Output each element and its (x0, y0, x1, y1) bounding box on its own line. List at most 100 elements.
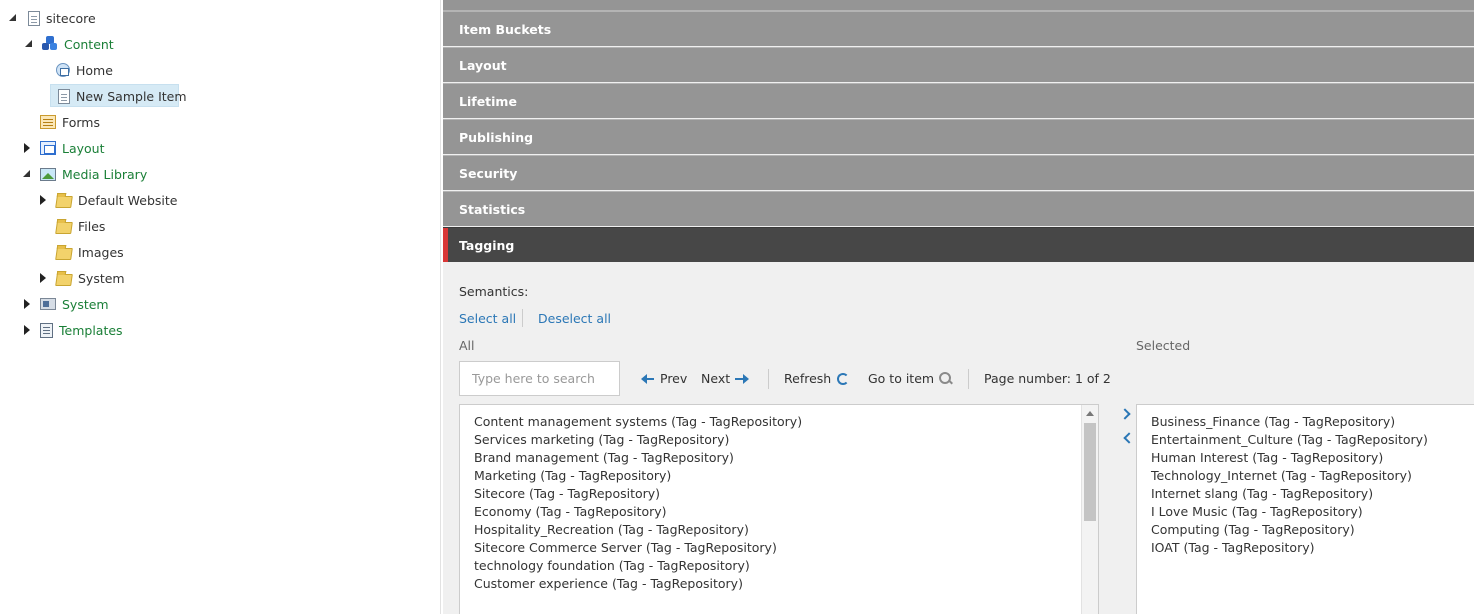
section-statistics[interactable]: Statistics (443, 191, 1474, 226)
refresh-label: Refresh (784, 371, 832, 386)
section-lifetime[interactable]: Lifetime (443, 83, 1474, 118)
list-item[interactable]: technology foundation (Tag - TagReposito… (460, 557, 1098, 575)
prev-label: Prev (660, 371, 688, 386)
tree-node-label: Templates (59, 322, 123, 338)
deselect-all-link[interactable]: Deselect all (538, 311, 611, 326)
collapse-icon[interactable] (8, 13, 18, 23)
semantics-field-label: Semantics: (459, 284, 529, 299)
section-layout[interactable]: Layout (443, 47, 1474, 82)
scrollbar-thumb[interactable] (1084, 423, 1096, 521)
list-item[interactable]: Brand management (Tag - TagRepository) (460, 449, 1098, 467)
collapse-icon[interactable] (22, 169, 32, 179)
tree-node-layout[interactable]: Layout (24, 136, 105, 160)
tree-node-default-website[interactable]: Default Website (40, 188, 178, 212)
vertical-scrollbar[interactable] (1081, 405, 1098, 614)
tree-node-files[interactable]: Files (55, 214, 106, 238)
content-editor-panel: Item Buckets Layout Lifetime Publishing … (443, 0, 1474, 614)
remove-selected-icon[interactable] (1121, 431, 1133, 445)
layout-icon (40, 141, 56, 155)
list-item[interactable]: Internet slang (Tag - TagRepository) (1137, 485, 1474, 503)
all-column-label: All (459, 338, 475, 353)
tree-node-templates[interactable]: Templates (24, 318, 123, 342)
refresh-button[interactable]: Refresh (784, 371, 850, 386)
list-item[interactable]: Marketing (Tag - TagRepository) (460, 467, 1098, 485)
list-item[interactable]: Sitecore Commerce Server (Tag - TagRepos… (460, 539, 1098, 557)
expand-icon[interactable] (22, 299, 32, 309)
list-item[interactable]: Technology_Internet (Tag - TagRepository… (1137, 467, 1474, 485)
tree-node-label: New Sample Item (76, 88, 187, 104)
tree-node-label: Layout (62, 140, 105, 156)
forms-icon (40, 115, 56, 129)
selected-column-label: Selected (1136, 338, 1191, 353)
divider (768, 369, 769, 389)
tree-node-label: System (62, 296, 109, 312)
list-item[interactable]: Business_Finance (Tag - TagRepository) (1137, 413, 1474, 431)
section-item-buckets[interactable]: Item Buckets (443, 11, 1474, 46)
section-header-partial[interactable] (443, 0, 1474, 11)
list-item[interactable]: Services marketing (Tag - TagRepository) (460, 431, 1098, 449)
list-item[interactable]: Hospitality_Recreation (Tag - TagReposit… (460, 521, 1098, 539)
tree-node-content[interactable]: Content (25, 32, 114, 56)
tree-node-images[interactable]: Images (55, 240, 124, 264)
expand-icon[interactable] (22, 325, 32, 335)
list-item[interactable]: Sitecore (Tag - TagRepository) (460, 485, 1098, 503)
list-item[interactable]: Content management systems (Tag - TagRep… (460, 413, 1098, 431)
tree-node-media-system[interactable]: System (40, 266, 125, 290)
all-tags-list[interactable]: Content management systems (Tag - TagRep… (459, 404, 1099, 614)
list-item[interactable]: IOAT (Tag - TagRepository) (1137, 539, 1474, 557)
section-tagging[interactable]: Tagging (443, 227, 1474, 262)
content-icon (42, 36, 58, 52)
home-icon (56, 63, 70, 77)
tree-node-label: Files (78, 218, 106, 234)
scroll-up-icon[interactable] (1086, 411, 1094, 416)
tree-node-system[interactable]: System (24, 292, 109, 316)
document-icon (28, 10, 40, 26)
page-number: Page number: 1 of 2 (984, 371, 1111, 386)
templates-icon (40, 322, 53, 338)
list-item[interactable]: Human Interest (Tag - TagRepository) (1137, 449, 1474, 467)
list-item[interactable]: I Love Music (Tag - TagRepository) (1137, 503, 1474, 521)
tree-node-new-sample-item[interactable]: New Sample Item (56, 84, 187, 108)
go-to-item-button[interactable]: Go to item (868, 371, 952, 386)
add-selected-icon[interactable] (1121, 407, 1133, 421)
folder-icon (55, 195, 73, 208)
refresh-icon (837, 372, 850, 385)
expand-icon[interactable] (22, 143, 32, 153)
tree-node-media-library[interactable]: Media Library (23, 162, 148, 186)
tree-node-label: System (78, 270, 125, 286)
arrow-right-icon (735, 373, 750, 384)
list-item[interactable]: Entertainment_Culture (Tag - TagReposito… (1137, 431, 1474, 449)
tag-search-input[interactable] (459, 361, 620, 396)
arrow-left-icon (641, 373, 655, 384)
tree-node-label: Content (64, 36, 114, 52)
next-label: Next (701, 371, 731, 386)
folder-icon (55, 247, 73, 260)
content-tree: sitecore Content Home New Sample Item Fo… (0, 0, 441, 614)
next-button[interactable]: Next (701, 371, 750, 386)
selected-tags-list[interactable]: Business_Finance (Tag - TagRepository) En… (1136, 404, 1474, 614)
tree-node-forms[interactable]: Forms (40, 110, 100, 134)
list-item[interactable]: Economy (Tag - TagRepository) (460, 503, 1098, 521)
folder-icon (55, 273, 73, 286)
media-library-icon (40, 167, 56, 181)
tree-node-label: Home (76, 62, 113, 78)
tree-node-label: Media Library (62, 166, 148, 182)
tree-node-label: Images (78, 244, 124, 260)
tree-node-home[interactable]: Home (56, 58, 113, 82)
prev-button[interactable]: Prev (641, 371, 687, 386)
go-to-item-label: Go to item (868, 371, 935, 386)
document-icon (58, 88, 70, 104)
expand-icon[interactable] (38, 273, 48, 283)
section-security[interactable]: Security (443, 155, 1474, 190)
tree-node-sitecore[interactable]: sitecore (9, 6, 96, 30)
list-item[interactable]: Computing (Tag - TagRepository) (1137, 521, 1474, 539)
section-publishing[interactable]: Publishing (443, 119, 1474, 154)
expand-icon[interactable] (38, 195, 48, 205)
list-item[interactable]: Customer experience (Tag - TagRepository… (460, 575, 1098, 593)
divider (968, 369, 969, 389)
tree-node-label: sitecore (46, 10, 96, 26)
select-all-link[interactable]: Select all (459, 311, 516, 326)
system-icon (40, 298, 56, 310)
collapse-icon[interactable] (24, 39, 34, 49)
tree-node-label: Default Website (78, 192, 178, 208)
